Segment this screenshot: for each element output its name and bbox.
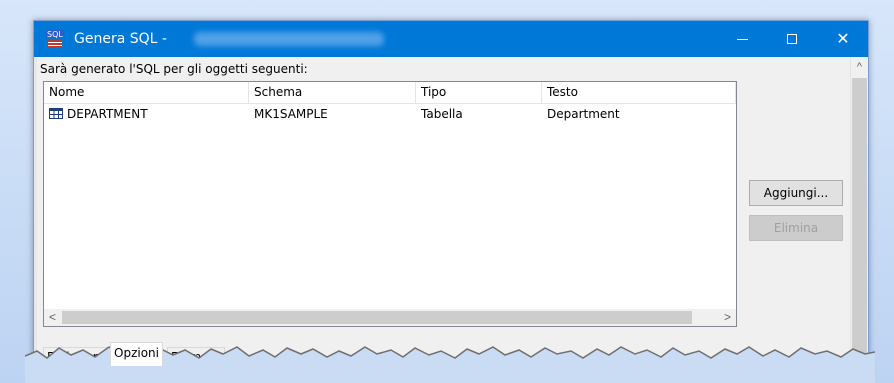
close-button[interactable]: ✕ <box>820 21 866 57</box>
redacted-connection-name <box>194 32 384 46</box>
maximize-button[interactable] <box>769 21 815 57</box>
scroll-left-button[interactable]: < <box>44 309 61 326</box>
column-header-nome[interactable]: Nome <box>44 82 249 103</box>
list-item[interactable]: DEPARTMENT MK1SAMPLE Tabella Department <box>44 105 736 124</box>
vertical-scrollbar[interactable]: ^ <box>850 58 868 358</box>
scroll-right-button[interactable]: > <box>719 309 736 326</box>
column-header-testo[interactable]: Testo <box>542 82 736 103</box>
delete-button[interactable]: Elimina <box>749 215 843 241</box>
sql-app-icon: SQL <box>46 29 64 48</box>
cell-tipo: Tabella <box>421 107 463 121</box>
cell-testo: Department <box>547 107 620 121</box>
maximize-icon <box>787 34 797 44</box>
tab-opzioni[interactable]: Opzioni <box>110 342 163 366</box>
list-header: Nome Schema Tipo Testo <box>44 82 736 104</box>
title-bar: SQL Genera SQL - ✕ <box>34 21 868 57</box>
horizontal-scroll-thumb[interactable] <box>62 311 692 324</box>
cell-nome: DEPARTMENT <box>49 105 249 124</box>
vertical-scroll-thumb[interactable] <box>852 78 867 358</box>
column-header-schema[interactable]: Schema <box>249 82 416 103</box>
scroll-up-button[interactable]: ^ <box>851 61 868 73</box>
close-icon: ✕ <box>836 31 850 48</box>
horizontal-scrollbar[interactable]: < > <box>44 309 736 326</box>
table-icon <box>49 108 63 119</box>
add-button[interactable]: Aggiungi... <box>749 180 843 206</box>
window-title: Genera SQL - <box>74 31 167 47</box>
left-border-strip <box>34 58 37 358</box>
row-nome-text: DEPARTMENT <box>67 107 148 121</box>
column-header-tipo[interactable]: Tipo <box>416 82 542 103</box>
minimize-button[interactable] <box>719 21 765 57</box>
minimize-icon <box>736 38 748 40</box>
genera-sql-dialog: SQL Genera SQL - ✕ Sarà generato l'SQL p… <box>33 20 869 376</box>
cell-schema: MK1SAMPLE <box>254 107 328 121</box>
objects-list[interactable]: Nome Schema Tipo Testo DEPARTMENT MK1SAM… <box>43 81 737 327</box>
svg-text:SQL: SQL <box>47 30 63 39</box>
intro-label: Sarà generato l'SQL per gli oggetti segu… <box>40 62 308 76</box>
